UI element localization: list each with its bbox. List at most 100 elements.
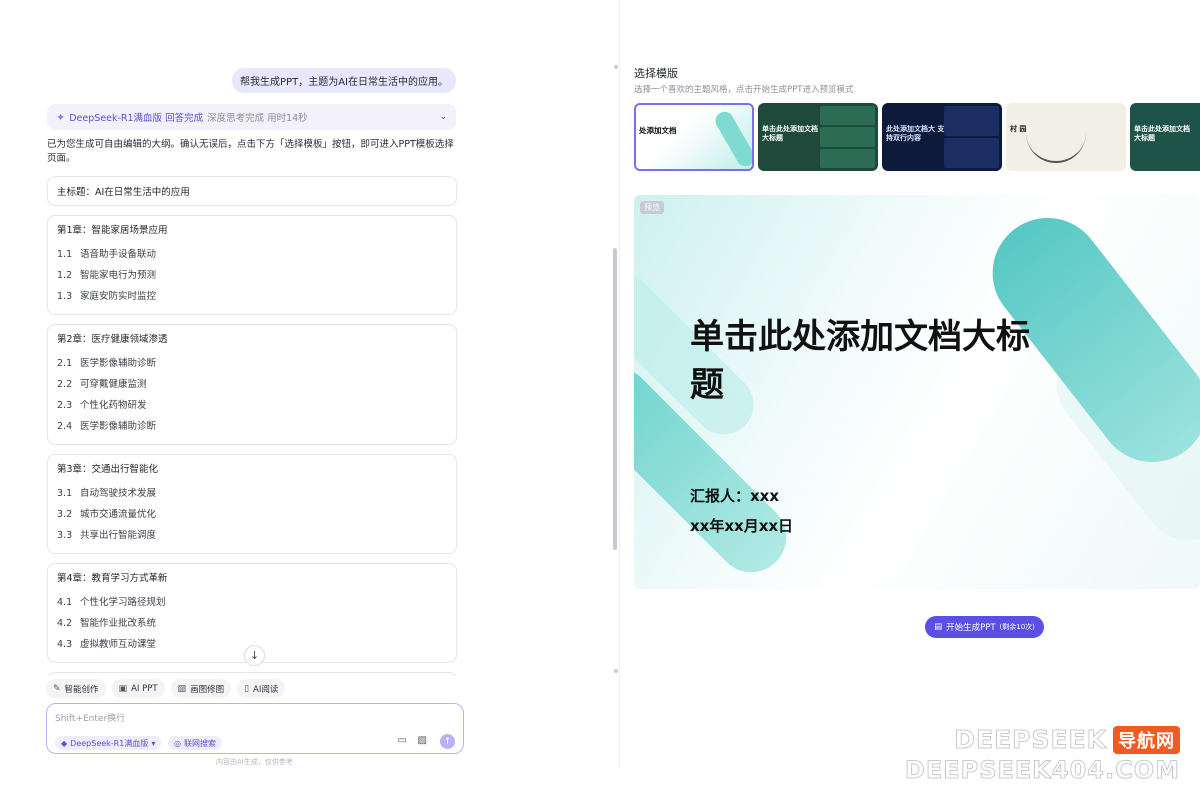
- tool-ai-reading[interactable]: ▯ AI阅读: [237, 679, 286, 698]
- preview-title: 单击此处添加文档大标题: [690, 317, 1030, 405]
- thumb-label: 此处添加文档大 支持双行内容: [886, 125, 945, 142]
- scroll-down-button[interactable]: ↓: [244, 645, 265, 666]
- chevron-down-icon[interactable]: ⌄: [439, 112, 447, 122]
- tool-image-edit[interactable]: ▨ 画图修图: [170, 679, 232, 698]
- tool-smart-writing[interactable]: ✎ 智能创作: [46, 679, 106, 698]
- template-thumbnails: 处添加文档 单击此处添加文档大标题 此处添加文档大 支持双行内容 村 园 单击此…: [634, 103, 1200, 171]
- outline-item[interactable]: 1.3 家庭安防实时监控: [57, 286, 447, 307]
- chapter-title: 第1章：智能家居场景应用: [57, 225, 168, 236]
- watermark-badge: 导航网: [1113, 725, 1180, 754]
- outline-item[interactable]: 2.3 个性化药物研发: [57, 395, 447, 416]
- assistant-intro: 已为您生成可自由编辑的大纲。确认无误后，点击下方「选择模板」按钮，即可进入PPT…: [47, 139, 454, 164]
- outline-item-label: 城市交通流量优化: [80, 509, 157, 520]
- template-preview: 预览 单击此处添加文档大标题 汇报人：xxx xx年xx月xx日: [634, 195, 1200, 589]
- chapter-card[interactable]: 第2章：医疗健康领域渗透 2.1 医学影像辅助诊断 2.2 可穿戴健康监测 2.3 个…: [47, 324, 457, 445]
- thumb-decoration: [712, 108, 752, 169]
- watermark: DEEPSEEK 导航网 DEEPSEEK404.COM: [904, 725, 1180, 785]
- outline-item-number: 4.2: [57, 618, 73, 629]
- outline-item-label: 自动驾驶技术发展: [80, 488, 157, 499]
- book-icon: ▯: [244, 683, 250, 694]
- outline-item[interactable]: 3.1 自动驾驶技术发展: [57, 483, 447, 504]
- outline-item[interactable]: 4.1 个性化学习路径规划: [57, 592, 447, 613]
- outline-item-number: 3.1: [57, 488, 73, 499]
- template-thumb-dark-green[interactable]: 单击此处添加文档大标题: [1130, 103, 1200, 171]
- chapter-card[interactable]: 第5章：娱乐休闲体验升级: [47, 672, 457, 676]
- outline-item-label: 智能作业批改系统: [80, 618, 157, 629]
- chat-input-box[interactable]: Shift+Enter换行 ◆ DeepSeek-R1满血版 ▾ ◎ 联网搜索 …: [46, 703, 464, 754]
- chapter-card[interactable]: 第1章：智能家居场景应用 1.1 语音助手设备联动 1.2 智能家电行为预测 1.3 …: [47, 215, 457, 315]
- outline-item-label: 共享出行智能调度: [80, 530, 157, 541]
- preview-badge: 预览: [640, 201, 664, 214]
- thinking-status-bar[interactable]: ✦ DeepSeek-R1满血版 回答完成 深度思考完成 用时14秒 ⌄: [47, 104, 456, 130]
- tool-label: 画图修图: [190, 684, 225, 695]
- user-message: 帮我生成PPT，主题为AI在日常生活中的应用。: [232, 68, 456, 93]
- template-thumb-ink-landscape[interactable]: 村 园: [1006, 103, 1126, 171]
- tool-row: ✎ 智能创作 ▣ AI PPT ▨ 画图修图 ▯ AI阅读: [46, 679, 286, 698]
- caret-down-icon: ▾: [151, 738, 156, 748]
- generate-remaining: (剩余10次): [999, 623, 1035, 631]
- outline-item[interactable]: 1.2 智能家电行为预测: [57, 265, 447, 286]
- preview-reporter: 汇报人：xxx: [690, 487, 780, 505]
- outline-item-number: 2.3: [57, 400, 73, 411]
- outline-item-number: 4.1: [57, 597, 73, 608]
- outline-item[interactable]: 2.1 医学影像辅助诊断: [57, 353, 447, 374]
- document-icon: ▤: [934, 622, 943, 632]
- slides-icon: ▣: [118, 683, 128, 694]
- folder-icon[interactable]: ▭: [398, 735, 407, 746]
- thinking-meta: 深度思考完成 用时14秒: [207, 113, 308, 124]
- thumb-label: 单击此处添加文档大标题: [762, 125, 818, 142]
- template-thumb-green-board[interactable]: 单击此处添加文档大标题: [758, 103, 878, 171]
- chat-scrollbar[interactable]: [613, 248, 617, 550]
- main-title-text: 主标题：AI在日常生活中的应用: [57, 187, 190, 198]
- outline-item[interactable]: 3.2 城市交通流量优化: [57, 504, 447, 525]
- web-search-toggle[interactable]: ◎ 联网搜索: [168, 736, 222, 750]
- outline-item-number: 1.2: [57, 270, 73, 281]
- chapter-card[interactable]: 第3章：交通出行智能化 3.1 自动驾驶技术发展 3.2 城市交通流量优化 3.3 共…: [47, 454, 457, 554]
- preview-date: xx年xx月xx日: [690, 517, 794, 535]
- template-section-title: 选择模版: [634, 67, 678, 80]
- outline-item-label: 语音助手设备联动: [80, 249, 157, 260]
- template-thumb-dark-blue[interactable]: 此处添加文档大 支持双行内容: [882, 103, 1002, 171]
- scroll-bottom-dot: [614, 669, 618, 673]
- model-chip-label: DeepSeek-R1满血版: [70, 738, 149, 748]
- outline-item-label: 医学影像辅助诊断: [80, 421, 157, 432]
- thumb-label: 单击此处添加文档大标题: [1134, 125, 1190, 142]
- chat-input-placeholder[interactable]: Shift+Enter换行: [55, 711, 125, 724]
- chapter-title: 第3章：交通出行智能化: [57, 464, 159, 475]
- model-status: DeepSeek-R1满血版 回答完成: [69, 113, 204, 124]
- ai-disclaimer: 内容由AI生成，仅供参考: [216, 758, 293, 766]
- outline-list: 主标题：AI在日常生活中的应用 第1章：智能家居场景应用 1.1 语音助手设备联动…: [47, 176, 457, 676]
- chapter-title: 第2章：医疗健康领域渗透: [57, 334, 168, 345]
- outline-item-label: 智能家电行为预测: [80, 270, 157, 281]
- outline-item-label: 个性化药物研发: [80, 400, 147, 411]
- template-thumb-teal[interactable]: 处添加文档: [634, 103, 754, 171]
- tool-label: 智能创作: [64, 684, 99, 695]
- tool-ai-ppt[interactable]: ▣ AI PPT: [111, 679, 165, 698]
- arrow-up-icon: ↑: [443, 736, 452, 747]
- model-selector[interactable]: ◆ DeepSeek-R1满血版 ▾: [55, 736, 162, 750]
- outline-item-number: 2.2: [57, 379, 73, 390]
- image-upload-icon[interactable]: ▨: [418, 735, 427, 746]
- template-section-subtitle: 选择一个喜欢的主题风格，点击开始生成PPT进入预览模式: [634, 85, 854, 95]
- outline-item-label: 可穿戴健康监测: [80, 379, 147, 390]
- landscape-drawing: [1026, 133, 1086, 163]
- chapter-title: 第4章：教育学习方式革新: [57, 573, 168, 584]
- outline-main-title[interactable]: 主标题：AI在日常生活中的应用: [47, 176, 457, 206]
- app-window: 帮我生成PPT，主题为AI在日常生活中的应用。 ✦ DeepSeek-R1满血版…: [0, 0, 1200, 800]
- thumb-side-panels: [944, 106, 999, 168]
- template-pane: 选择模版 选择一个喜欢的主题风格，点击开始生成PPT进入预览模式 处添加文档 单…: [620, 0, 1200, 800]
- outline-item[interactable]: 2.2 可穿戴健康监测: [57, 374, 447, 395]
- outline-item-label: 虚拟教师互动课堂: [80, 639, 157, 650]
- outline-item-label: 家庭安防实时监控: [80, 291, 157, 302]
- outline-item-number: 3.2: [57, 509, 73, 520]
- outline-item[interactable]: 4.2 智能作业批改系统: [57, 613, 447, 634]
- outline-item-label: 个性化学习路径规划: [80, 597, 166, 608]
- thumb-side-panels: [820, 106, 875, 168]
- outline-item[interactable]: 1.1 语音助手设备联动: [57, 244, 447, 265]
- start-generate-ppt-button[interactable]: ▤ 开始生成PPT (剩余10次): [925, 616, 1044, 638]
- arrow-down-icon: ↓: [249, 649, 260, 662]
- outline-item[interactable]: 2.4 医学影像辅助诊断: [57, 416, 447, 437]
- outline-item[interactable]: 3.3 共享出行智能调度: [57, 525, 447, 546]
- send-button[interactable]: ↑: [440, 734, 455, 749]
- web-chip-label: 联网搜索: [183, 738, 216, 748]
